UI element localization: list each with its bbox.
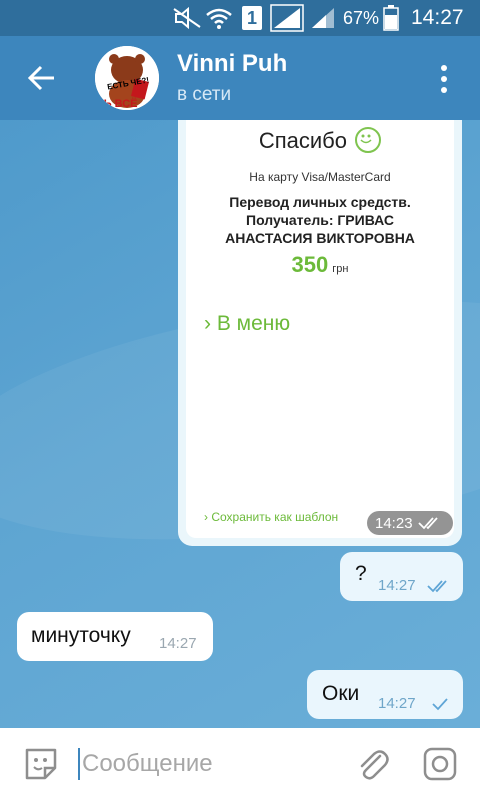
receipt-menu-link: › В меню: [204, 312, 290, 336]
wifi-icon: [205, 0, 233, 36]
chevron-right-icon: ›: [204, 312, 211, 335]
status-time: 14:27: [411, 6, 464, 29]
signal-strength-2-icon: [310, 0, 336, 36]
receipt-currency: грн: [332, 263, 349, 275]
receipt-save-label: Сохранить как шаблон: [211, 510, 339, 524]
message-incoming[interactable]: минуточку 14:27: [17, 612, 213, 661]
message-time: 14:27: [159, 635, 197, 652]
image-message[interactable]: Спасибо На карту Visa/MasterCard Перевод…: [178, 120, 462, 546]
more-menu-icon[interactable]: [430, 62, 458, 96]
receipt-line2: Получатель: ГРИВАС: [246, 212, 394, 228]
smiley-icon: [355, 127, 382, 154]
camera-icon[interactable]: [422, 746, 458, 782]
image-message-time: 14:23: [367, 511, 453, 535]
double-check-icon: [417, 517, 438, 530]
receipt-line3: АНАСТАСИЯ ВИКТОРОВНА: [225, 230, 415, 246]
battery-percent: 67%: [343, 7, 380, 28]
message-text: минуточку: [31, 624, 131, 647]
text-cursor: [78, 748, 80, 780]
message-text: Оки: [322, 682, 360, 705]
message-outgoing[interactable]: Оки 14:27: [307, 670, 463, 719]
sim-slot-label: 1: [246, 7, 257, 28]
receipt-image[interactable]: Спасибо На карту Visa/MasterCard Перевод…: [186, 120, 454, 538]
attach-paperclip-icon[interactable]: [354, 746, 390, 782]
check-icon: [432, 698, 448, 711]
receipt-card-line: На карту Visa/MasterCard: [249, 170, 391, 184]
avatar-caption-bottom: ТЬ ВСЁ: [97, 98, 138, 110]
sim-slot-icon: 1: [242, 0, 262, 36]
image-time-text: 14:23: [375, 514, 413, 532]
battery-icon: [383, 0, 399, 36]
sticker-icon[interactable]: [23, 746, 59, 782]
chat-area[interactable]: Спасибо На карту Visa/MasterCard Перевод…: [0, 120, 480, 728]
receipt-amount: 350 грн: [186, 252, 454, 278]
back-arrow-icon[interactable]: [24, 60, 60, 96]
message-time: 14:27: [378, 577, 416, 594]
mute-icon: [172, 0, 204, 36]
double-check-icon: [427, 580, 447, 593]
message-time: 14:27: [378, 695, 416, 712]
avatar[interactable]: ЕСТЬ ЧЕ?! ТЬ ВСЁ: [95, 46, 159, 110]
message-text: ?: [355, 562, 367, 585]
chevron-right-small-icon: ›: [204, 510, 208, 524]
chat-header: ЕСТЬ ЧЕ?! ТЬ ВСЁ Vinni Puh в сети: [0, 36, 480, 120]
signal-strength-icon: [270, 0, 304, 36]
message-input[interactable]: Сообщение: [82, 750, 213, 778]
receipt-thanks: Спасибо: [186, 127, 454, 155]
receipt-save-link: › Сохранить как шаблон: [204, 510, 338, 524]
message-input-bar: [0, 728, 480, 800]
receipt-line1: Перевод личных средств.: [229, 194, 411, 210]
status-bar: 1 67% 14:27: [0, 0, 480, 36]
receipt-amount-value: 350: [291, 252, 329, 277]
contact-status: в сети: [177, 84, 232, 105]
message-outgoing[interactable]: ? 14:27: [340, 552, 463, 601]
receipt-menu-label: В меню: [216, 312, 291, 335]
receipt-thanks-text: Спасибо: [258, 128, 348, 153]
contact-name[interactable]: Vinni Puh: [177, 50, 287, 78]
